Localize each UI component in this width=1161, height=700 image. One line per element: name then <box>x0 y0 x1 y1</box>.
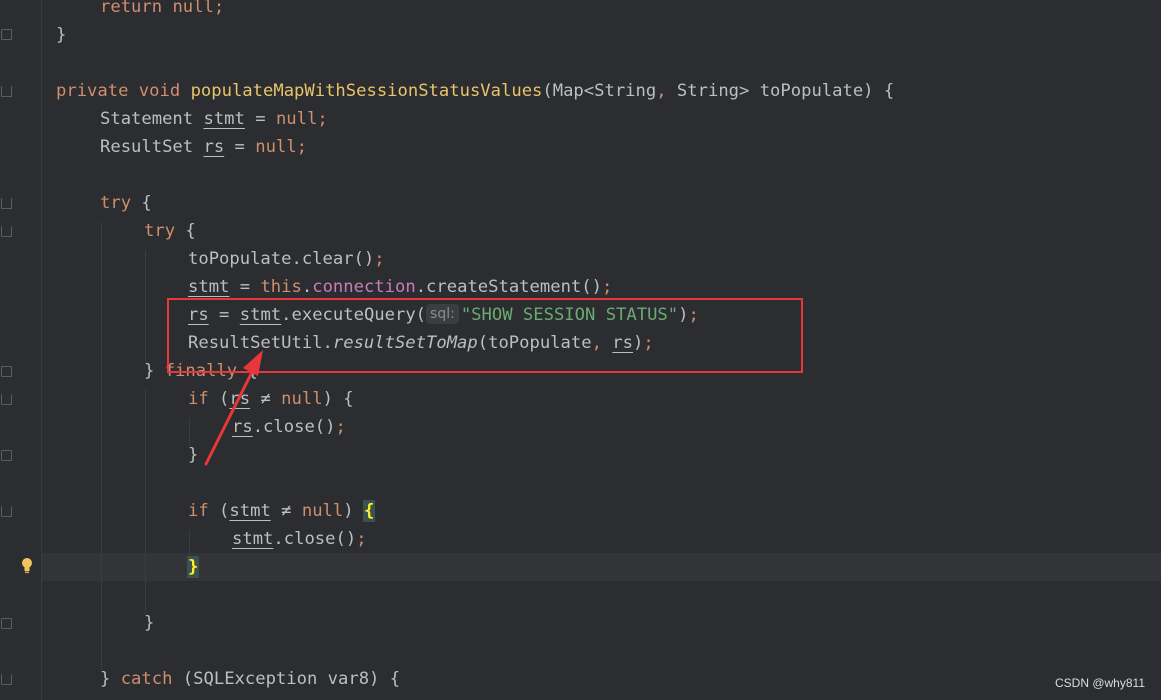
code-token: ResultSet <box>100 137 204 157</box>
code-line[interactable]: } <box>56 21 66 49</box>
code-token: null <box>275 109 318 129</box>
fold-icon[interactable] <box>1 366 12 377</box>
code-token: = <box>224 137 256 157</box>
code-token: (SQLException var8) { <box>172 669 401 689</box>
code-line[interactable]: return null; <box>100 0 224 21</box>
fold-icon[interactable] <box>1 86 12 97</box>
bulb-icon[interactable] <box>20 557 34 575</box>
code-token: ; <box>317 109 328 129</box>
code-token: { <box>362 500 376 522</box>
code-token: { <box>175 221 196 241</box>
code-line[interactable]: } <box>144 609 154 637</box>
code-line[interactable]: Statement stmt = null; <box>100 105 328 133</box>
code-token: stmt <box>188 277 230 297</box>
code-token: } <box>100 669 121 689</box>
code-token: try <box>144 221 176 241</box>
code-token: null <box>281 389 323 409</box>
code-line[interactable]: stmt = this.connection.createStatement()… <box>188 273 612 301</box>
code-token: toPopulate.clear() <box>188 249 375 269</box>
fold-icon[interactable] <box>1 394 12 405</box>
code-token: if <box>188 389 209 409</box>
code-token: return <box>100 0 163 17</box>
code-line[interactable]: } <box>186 553 200 581</box>
editor-gutter[interactable] <box>0 0 42 700</box>
code-token: Statement <box>100 109 204 129</box>
code-line[interactable]: } catch (SQLException var8) { <box>100 665 400 693</box>
fold-icon[interactable] <box>1 198 12 209</box>
fold-icon[interactable] <box>1 506 12 517</box>
fold-icon[interactable] <box>1 226 12 237</box>
current-line-highlight <box>42 553 1161 581</box>
code-token: (Map<String <box>542 81 657 101</box>
code-line[interactable]: rs.close(); <box>232 413 346 441</box>
code-token: stmt <box>203 109 245 129</box>
indent-guide <box>145 250 146 362</box>
fold-icon[interactable] <box>1 674 12 685</box>
code-token: null <box>255 137 297 157</box>
code-token: rs <box>229 389 251 409</box>
code-token: } <box>188 445 199 465</box>
code-line[interactable]: try { <box>100 189 152 217</box>
code-token: } <box>144 613 155 633</box>
code-token: String> toPopulate) { <box>666 81 895 101</box>
code-line[interactable]: toPopulate.clear(); <box>188 245 385 273</box>
code-token: ( <box>208 389 230 409</box>
code-token: private <box>56 81 129 101</box>
code-token: connection <box>312 277 416 297</box>
code-token: try <box>100 193 132 213</box>
code-token: , <box>656 81 667 101</box>
code-token: ≠ <box>250 389 282 409</box>
code-token: } <box>186 556 200 578</box>
code-token: ; <box>356 529 367 549</box>
code-token: ; <box>601 277 613 297</box>
code-token: void <box>138 81 181 101</box>
code-line[interactable]: } <box>188 441 198 469</box>
code-token: .close() <box>252 417 336 437</box>
code-line[interactable]: try { <box>144 217 196 245</box>
code-token: .close() <box>273 529 357 549</box>
code-token: ) { <box>322 389 354 409</box>
code-line[interactable]: if (stmt ≠ null) { <box>188 497 376 525</box>
fold-icon[interactable] <box>1 29 12 40</box>
highlight-annotation-box <box>167 298 803 373</box>
code-token: ; <box>335 417 346 437</box>
code-token: .createStatement() <box>415 277 602 297</box>
code-token: = <box>244 109 276 129</box>
code-line[interactable]: if (rs ≠ null) { <box>188 385 354 413</box>
indent-guide <box>145 390 146 614</box>
fold-icon[interactable] <box>1 450 12 461</box>
code-token: ( <box>208 501 230 521</box>
code-token: catch <box>120 669 173 689</box>
code-line[interactable]: ResultSet rs = null; <box>100 133 307 161</box>
code-token: { <box>131 193 152 213</box>
code-line[interactable]: stmt.close(); <box>232 525 367 553</box>
code-token: ; <box>213 0 225 17</box>
code-token: populateMapWithSessionStatusValues <box>190 81 543 101</box>
code-token: = <box>229 277 261 297</box>
code-token: ; <box>296 137 307 157</box>
watermark: CSDN @why811 <box>1055 676 1145 690</box>
code-token: stmt <box>232 529 274 549</box>
code-token: } <box>144 361 165 381</box>
code-token: ) <box>343 501 364 521</box>
code-token: null <box>301 501 344 521</box>
code-token: } <box>56 25 67 45</box>
code-token: rs <box>232 417 253 437</box>
code-token: ≠ <box>270 501 302 521</box>
code-token: ; <box>374 249 385 269</box>
code-token: if <box>188 501 209 521</box>
gutter-divider <box>41 0 42 700</box>
code-token: this <box>260 277 302 297</box>
code-line[interactable]: private void populateMapWithSessionStatu… <box>56 77 894 105</box>
indent-guide <box>101 222 102 670</box>
code-token: . <box>301 277 313 297</box>
code-token: rs <box>203 137 225 157</box>
code-token: stmt <box>229 501 271 521</box>
fold-icon[interactable] <box>1 618 12 629</box>
code-token: null <box>172 0 214 17</box>
